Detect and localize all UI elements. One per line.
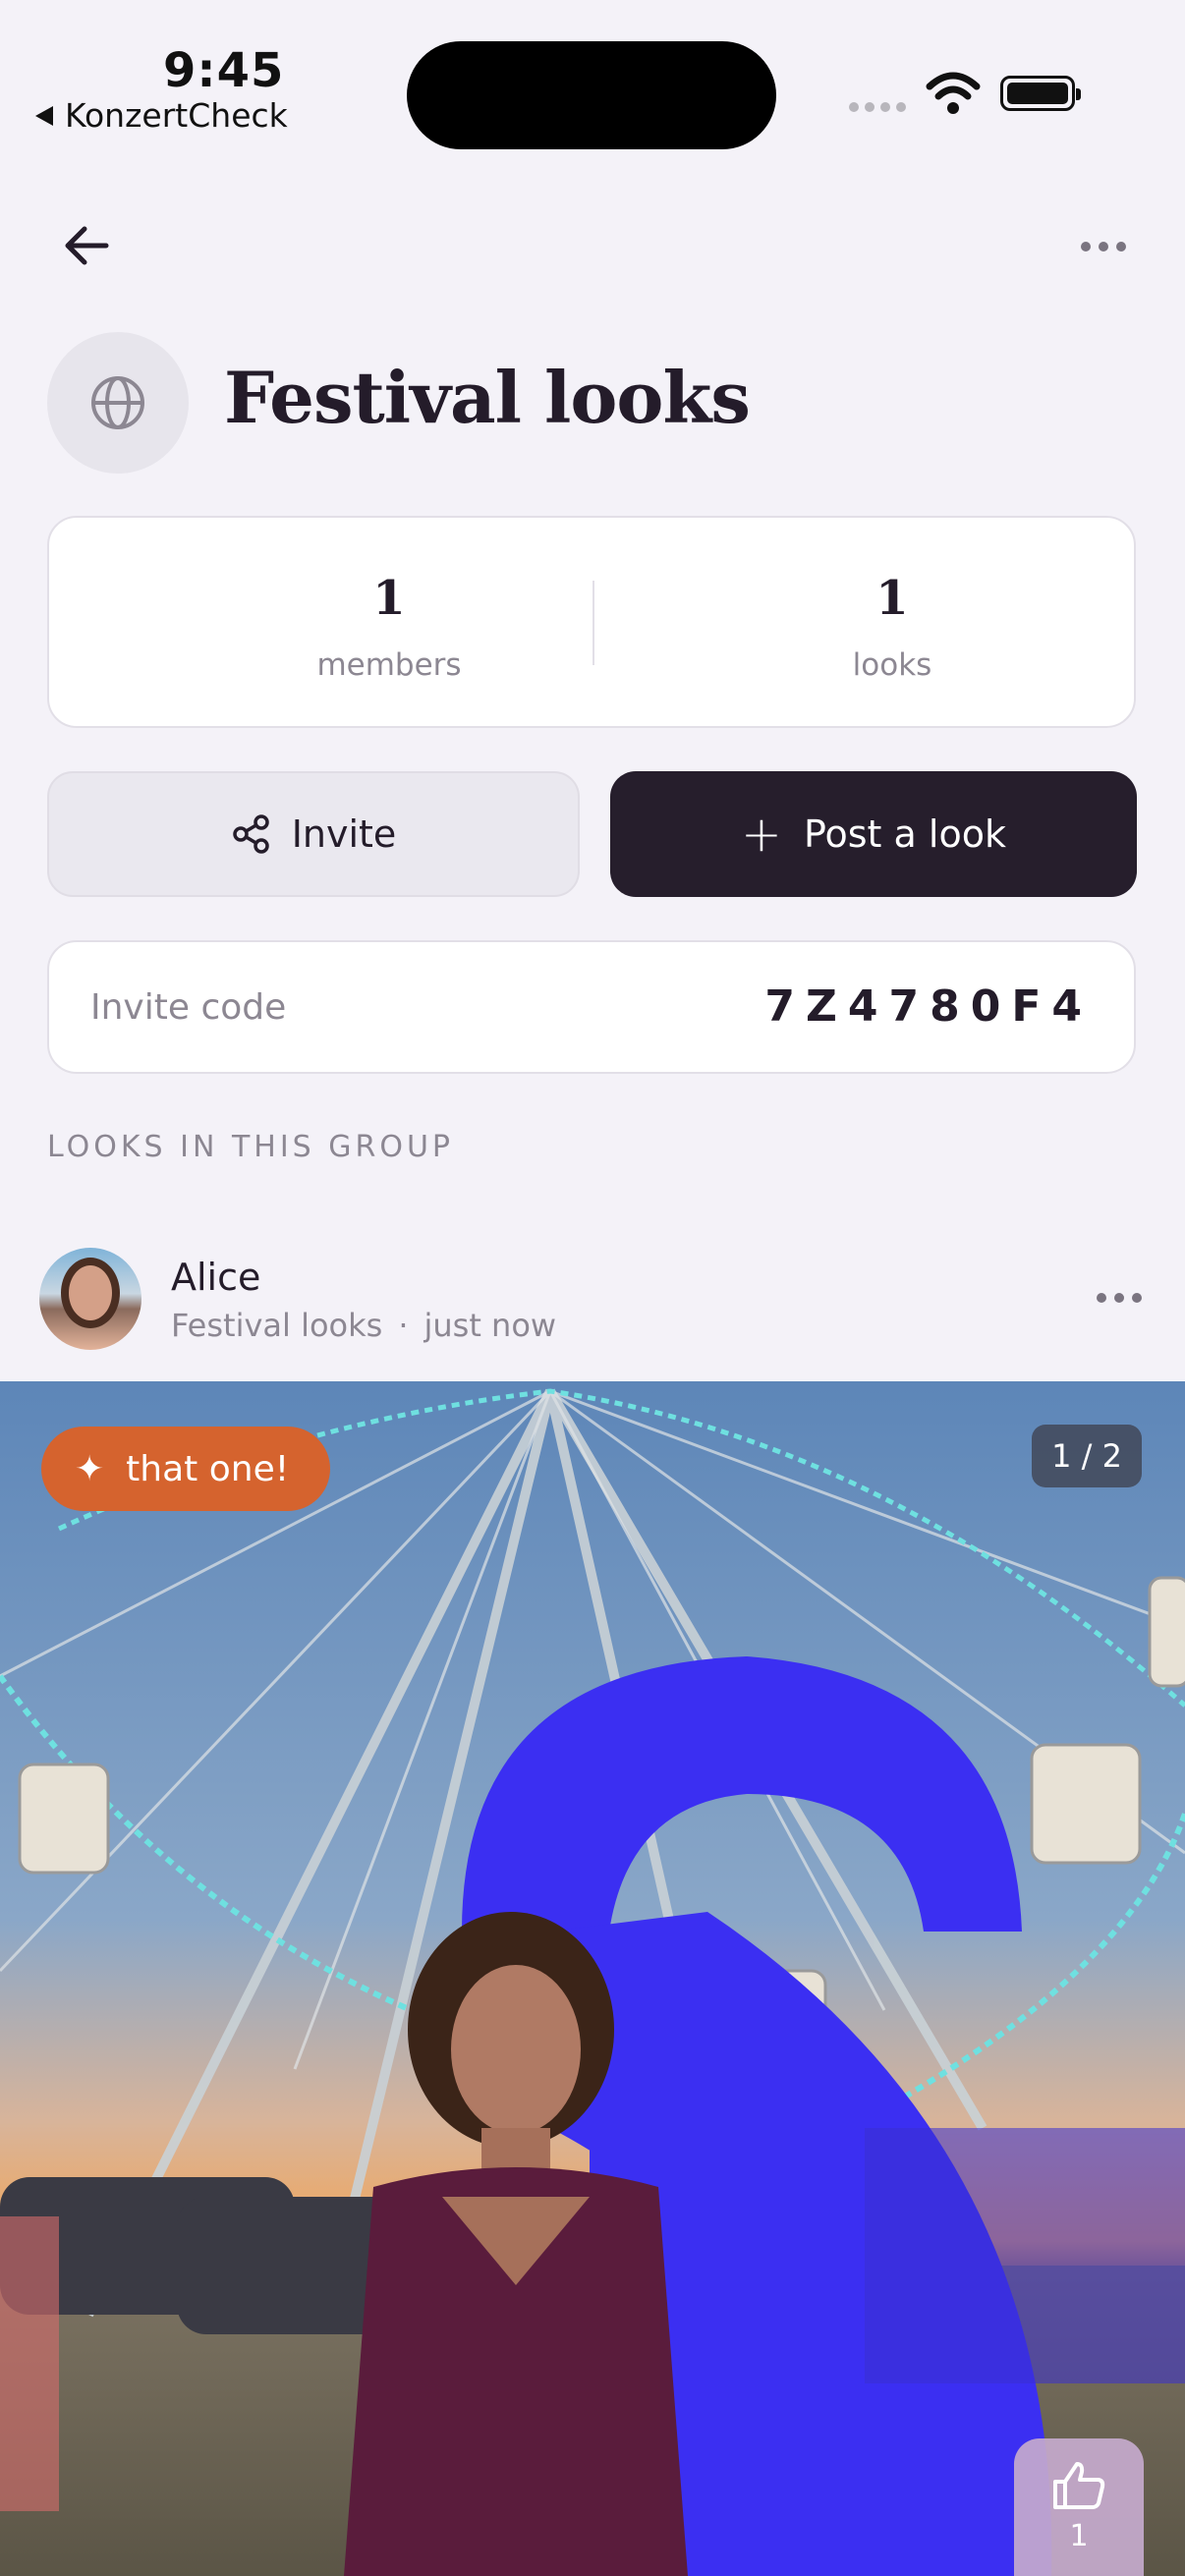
members-stat: 1 members (193, 575, 586, 683)
members-label: members (316, 647, 462, 683)
share-icon (232, 814, 269, 854)
thumbs-up-icon (1053, 2462, 1105, 2509)
invite-code-box[interactable]: Invite code 7Z4780F4 (47, 940, 1136, 1074)
avatar[interactable] (39, 1248, 141, 1350)
status-time: 9:45 (163, 43, 285, 98)
post-more-icon[interactable] (1097, 1293, 1142, 1303)
stats-divider (592, 581, 594, 665)
members-count: 1 (372, 571, 406, 626)
look-photo[interactable]: ✦ that one! 1 / 2 1 (0, 1381, 1185, 2576)
invite-code-label: Invite code (90, 987, 287, 1028)
section-heading: LOOKS IN THIS GROUP (47, 1130, 455, 1164)
post-meta: Festival looks · just now (171, 1307, 556, 1344)
image-counter: 1 / 2 (1032, 1425, 1142, 1487)
festival-photo (0, 1381, 1185, 2576)
group-avatar (47, 332, 189, 474)
dynamic-island (407, 41, 776, 149)
that-one-badge: ✦ that one! (41, 1427, 331, 1511)
post-time: just now (423, 1307, 557, 1344)
looks-count: 1 (875, 571, 909, 626)
back-app-label: KonzertCheck (65, 96, 288, 135)
back-arrow-icon[interactable] (57, 216, 116, 275)
more-options-icon[interactable] (1081, 242, 1126, 252)
looks-stat: 1 looks (696, 575, 1089, 683)
looks-label: looks (852, 647, 932, 683)
meta-separator: · (398, 1307, 409, 1344)
group-stats-card: 1 members 1 looks (47, 516, 1136, 728)
globe-icon (91, 376, 144, 429)
invite-button[interactable]: Invite (47, 771, 580, 897)
battery-icon (1000, 76, 1081, 111)
like-count: 1 (1069, 2519, 1089, 2553)
group-title: Festival looks (224, 356, 751, 439)
post-group: Festival looks (171, 1307, 383, 1344)
back-to-app-link[interactable]: KonzertCheck (35, 96, 288, 135)
cellular-signal-icon (849, 102, 906, 112)
wifi-icon (926, 72, 981, 114)
post-author[interactable]: Alice (171, 1256, 260, 1299)
back-triangle-icon (35, 105, 53, 126)
post-look-label: Post a look (803, 812, 1006, 856)
like-button[interactable]: 1 (1014, 2438, 1144, 2576)
post-look-button[interactable]: + Post a look (610, 771, 1137, 897)
badge-label: that one! (126, 1448, 290, 1489)
sparkle-icon: ✦ (75, 1448, 105, 1489)
invite-button-label: Invite (291, 812, 397, 856)
plus-icon: + (741, 806, 782, 863)
invite-code-value[interactable]: 7Z4780F4 (764, 981, 1093, 1032)
